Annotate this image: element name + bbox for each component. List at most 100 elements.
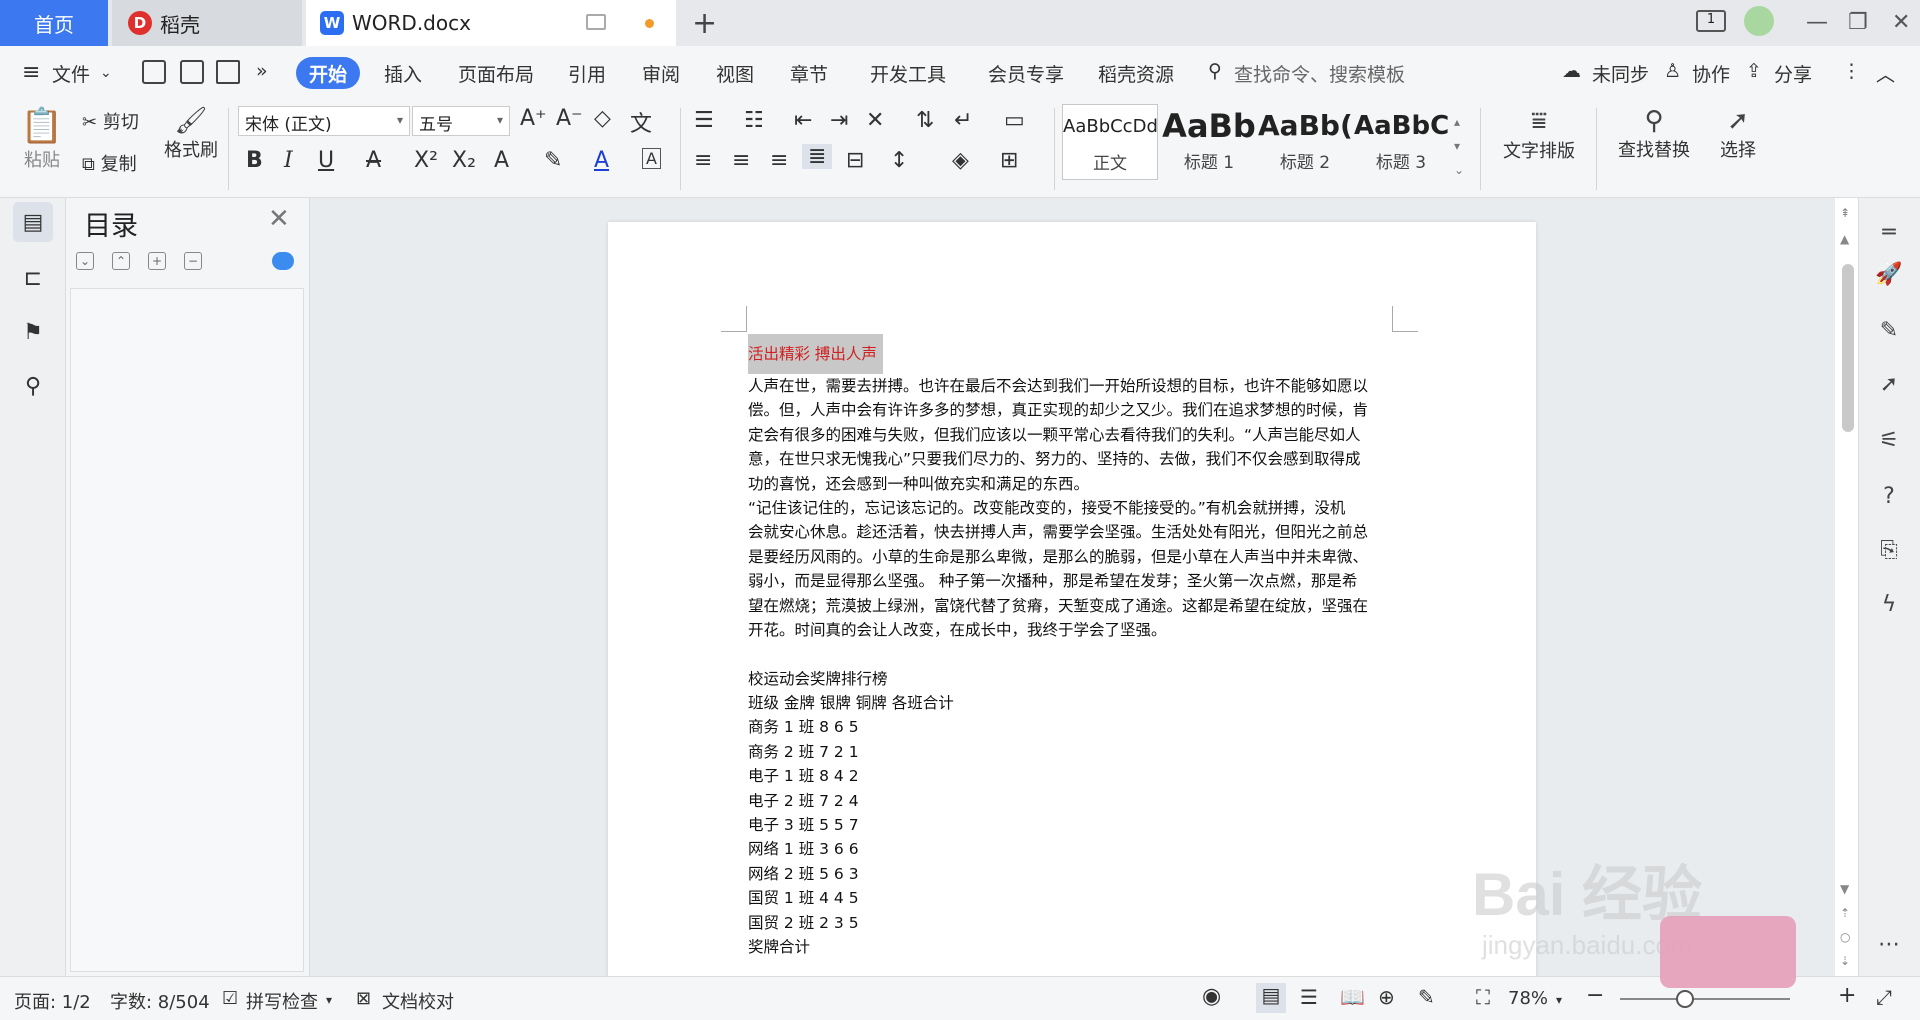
char-border-icon[interactable]: A bbox=[642, 148, 661, 169]
toc-list[interactable] bbox=[70, 288, 304, 972]
collapse-all-icon[interactable]: ⌃ bbox=[112, 252, 130, 270]
document-line[interactable]: 班级 金牌 银牌 铜牌 各班合计 bbox=[748, 691, 1398, 715]
document-line[interactable]: 国贸 1 班 4 4 5 bbox=[748, 886, 1398, 910]
align-center-icon[interactable]: ≡ bbox=[732, 148, 750, 173]
underline-icon[interactable]: U bbox=[318, 148, 334, 173]
document-title[interactable]: 活出精彩 搏出人声 bbox=[748, 334, 883, 374]
document-line[interactable]: 奖牌合计 bbox=[748, 935, 1398, 959]
cloud-doc-icon[interactable]: ⎘ bbox=[1873, 534, 1905, 566]
line-spacing-icon[interactable]: ↕ bbox=[890, 148, 908, 173]
page-view-icon[interactable]: ▤ bbox=[1256, 983, 1286, 1013]
indent-icon[interactable]: ⇥ bbox=[830, 108, 848, 133]
shading-icon[interactable]: ◈ bbox=[952, 148, 969, 173]
styles-scroll-icon[interactable]: ▴ ▾ ⌄ bbox=[1454, 110, 1464, 182]
sync-status-button[interactable]: 未同步 bbox=[1592, 60, 1649, 87]
ruler-icon[interactable]: ▭ bbox=[1004, 108, 1025, 133]
document-line[interactable]: 网络 1 班 3 6 6 bbox=[748, 837, 1398, 861]
more-quick-icon[interactable]: » bbox=[256, 60, 268, 82]
lightning-icon[interactable]: ϟ bbox=[1873, 588, 1905, 620]
numbering-icon[interactable]: ☷ bbox=[744, 108, 764, 133]
select-browse-icon[interactable]: ○ bbox=[1840, 930, 1850, 944]
document-line[interactable]: “记住该记住的，忘记该忘记的。改变能改变的，接受不能接受的。”有机会就拼搏，没机 bbox=[748, 496, 1398, 520]
rocket-icon[interactable]: 🚀 bbox=[1873, 258, 1905, 290]
menu-chapter[interactable]: 章节 bbox=[790, 60, 828, 87]
search-panel-icon[interactable]: ⚲ bbox=[13, 366, 53, 406]
sort-icon[interactable]: ⇅ bbox=[916, 108, 934, 133]
blank-line[interactable] bbox=[748, 642, 1398, 666]
chevron-down-icon[interactable]: ⌄ bbox=[100, 65, 112, 81]
superscript-icon[interactable]: X² bbox=[414, 148, 438, 173]
tab-document[interactable]: W WORD.docx bbox=[306, 0, 676, 46]
zoom-slider[interactable] bbox=[1620, 990, 1790, 1008]
document-line[interactable]: 望在燃烧；荒漠披上绿洲，富饶代替了贫瘠，天堑变成了通途。这都是希望在绽放，坚强在 bbox=[748, 594, 1398, 618]
document-line[interactable]: 电子 2 班 7 2 4 bbox=[748, 789, 1398, 813]
shrink-font-icon[interactable]: A⁻ bbox=[556, 106, 583, 131]
paste-button[interactable]: 📋 粘贴 bbox=[18, 106, 66, 172]
spellcheck-button[interactable]: 拼写检查 bbox=[246, 988, 318, 1014]
font-color-icon[interactable]: A bbox=[594, 148, 609, 173]
document-line[interactable]: 电子 1 班 8 4 2 bbox=[748, 764, 1398, 788]
ai-toc-icon[interactable] bbox=[272, 252, 294, 270]
bookmark-icon[interactable]: ⚑ bbox=[13, 312, 53, 352]
doc-proof-button[interactable]: 文档校对 bbox=[382, 988, 454, 1014]
remove-heading-icon[interactable]: − bbox=[184, 252, 202, 270]
menu-view[interactable]: 视图 bbox=[716, 60, 754, 87]
vertical-scrollbar[interactable]: ⇞ ▲ ▼ ⇡ ○ ⇣ bbox=[1838, 206, 1856, 976]
close-icon[interactable]: ✕ bbox=[268, 204, 290, 234]
save-icon[interactable] bbox=[142, 60, 166, 84]
word-count[interactable]: 字数: 8/504 bbox=[110, 988, 210, 1014]
menu-start[interactable]: 开始 bbox=[296, 57, 360, 89]
write-view-icon[interactable]: ✎ bbox=[1418, 985, 1435, 1009]
document-line[interactable]: 定会有很多的困难与失败，但我们应该以一颗平常心去看待我们的失利。“人声岂能尽如人 bbox=[748, 423, 1398, 447]
prev-page-icon[interactable]: ⇡ bbox=[1840, 906, 1850, 920]
text-layout-button[interactable]: ⩸ 文字排版 bbox=[1494, 106, 1584, 163]
bullets-icon[interactable]: ☰ bbox=[694, 108, 714, 133]
document-line[interactable]: 弱小，而是显得那么坚强。 种子第一次播种，那是希望在发芽；圣火第一次点燃，那是希 bbox=[748, 569, 1398, 593]
strikethrough-icon[interactable]: A bbox=[366, 148, 381, 173]
style-heading-2[interactable]: AaBb( 标题 2 bbox=[1258, 104, 1352, 180]
justify-icon[interactable]: ≣ bbox=[802, 144, 833, 169]
page-indicator[interactable]: 页面: 1/2 bbox=[14, 988, 91, 1014]
scroll-down-icon[interactable]: ▼ bbox=[1840, 882, 1849, 896]
minimize-icon[interactable]: — bbox=[1806, 10, 1828, 35]
share-button[interactable]: 分享 bbox=[1774, 60, 1812, 87]
command-search-input[interactable]: 查找命令、搜索模板 bbox=[1234, 60, 1405, 87]
tab-home[interactable]: 首页 bbox=[0, 0, 108, 46]
document-line[interactable]: 人声在世，需要去拼搏。也许在最后不会达到我们一开始所设想的目标，也许不能够如愿以 bbox=[748, 374, 1398, 398]
pen-icon[interactable]: ✎ bbox=[1873, 314, 1905, 346]
format-painter-button[interactable]: 🖌 格式刷 bbox=[160, 106, 222, 162]
more-tools-icon[interactable]: ⋯ bbox=[1873, 928, 1905, 960]
outline-view-icon[interactable]: ☰ bbox=[1300, 985, 1318, 1009]
clear-format-icon[interactable]: ◇ bbox=[594, 106, 611, 131]
toc-panel-icon[interactable]: ▤ bbox=[13, 202, 53, 242]
bold-icon[interactable]: B bbox=[246, 148, 263, 173]
grow-font-icon[interactable]: A⁺ bbox=[520, 106, 547, 131]
align-right-icon[interactable]: ≡ bbox=[770, 148, 788, 173]
expand-all-icon[interactable]: ⌄ bbox=[76, 252, 94, 270]
style-normal[interactable]: AaBbCcDd 正文 bbox=[1062, 104, 1158, 180]
highlight-icon[interactable]: ✎ bbox=[544, 148, 562, 173]
align-left-icon[interactable]: ≡ bbox=[694, 148, 712, 173]
chevron-down-icon[interactable]: ▾ bbox=[326, 993, 332, 1007]
style-heading-3[interactable]: AaBbC 标题 3 bbox=[1354, 104, 1448, 180]
scroll-up-icon[interactable]: ▲ bbox=[1840, 232, 1849, 246]
zoom-level[interactable]: 78% bbox=[1508, 988, 1548, 1009]
tab-docer[interactable]: D 稻壳 bbox=[112, 0, 302, 46]
nav-panel-icon[interactable]: ⊏ bbox=[13, 258, 53, 298]
fullscreen-icon[interactable]: ⤢ bbox=[1876, 985, 1892, 1009]
phonetic-guide-icon[interactable]: 文 bbox=[630, 106, 652, 138]
document-line[interactable]: 商务 1 班 8 6 5 bbox=[748, 715, 1398, 739]
distributed-icon[interactable]: ⊟ bbox=[846, 148, 864, 173]
font-name-select[interactable]: 宋体 (正文) ▾ bbox=[238, 106, 410, 136]
borders-icon[interactable]: ⊞ bbox=[1000, 148, 1018, 173]
collapse-ribbon-icon[interactable]: ︿ bbox=[1876, 60, 1895, 87]
sliders-icon[interactable]: ⚟ bbox=[1873, 424, 1905, 456]
text-effect-icon[interactable]: A bbox=[494, 148, 509, 173]
more-menu-icon[interactable]: ⋮ bbox=[1842, 60, 1861, 82]
text-direction-icon[interactable]: ✕ bbox=[866, 108, 884, 133]
add-heading-icon[interactable]: + bbox=[148, 252, 166, 270]
scroll-top-icon[interactable]: ⇞ bbox=[1840, 206, 1850, 220]
eye-protect-icon[interactable]: ◉ bbox=[1202, 984, 1221, 1009]
document-paragraphs[interactable]: 人声在世，需要去拼搏。也许在最后不会达到我们一开始所设想的目标，也许不能够如愿以… bbox=[748, 374, 1398, 959]
document-page[interactable]: 活出精彩 搏出人声 人声在世，需要去拼搏。也许在最后不会达到我们一开始所设想的目… bbox=[608, 222, 1536, 982]
